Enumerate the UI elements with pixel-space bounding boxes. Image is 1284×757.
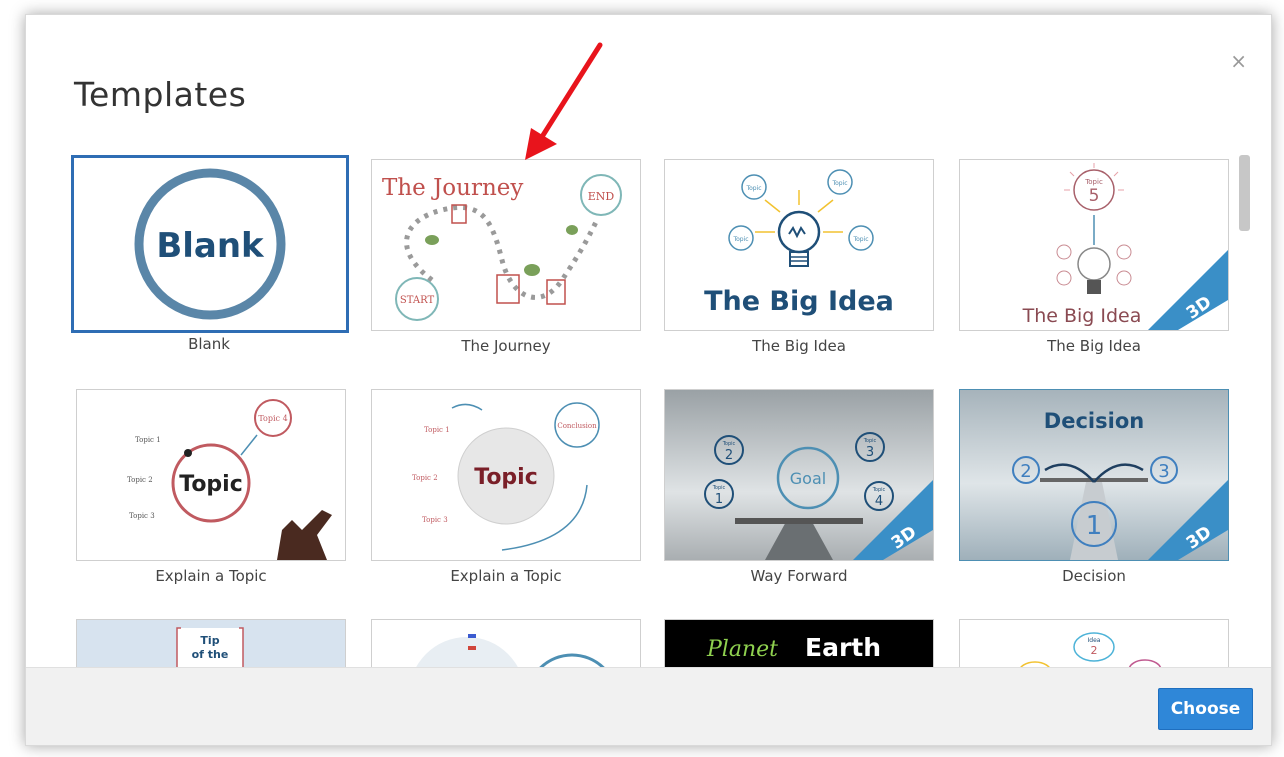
blank-thumbnail-art: Blank [134, 168, 286, 320]
planet-word: Planet [706, 637, 778, 662]
template-thumbnail: Topic Topic 4 Topic 1 Topic 2 Topic 3 [76, 389, 346, 561]
topic-label: Topic [863, 438, 877, 444]
scrollbar[interactable] [1239, 155, 1251, 667]
thumb-title: The Big Idea [704, 286, 894, 317]
goal-label: Goal [790, 469, 826, 488]
template-thumbnail: Goal Topic 2 Topic 3 Topic 1 Topic 4 3D [664, 389, 934, 561]
topic-2-label: Topic 2 [127, 476, 153, 484]
lightbulb-icon [777, 210, 821, 267]
template-thumbnail: The Journey END START [371, 159, 641, 331]
topic-label: Topic [852, 236, 868, 243]
center-topic-label: Topic [179, 472, 243, 497]
topic-label: Topic [745, 185, 761, 192]
earth-word: Earth [805, 633, 881, 662]
topic-3-label: Topic 3 [422, 516, 448, 524]
topic-1-label: Topic 1 [424, 426, 450, 434]
ideas-thumbnail-art: Idea 2 [1020, 632, 1162, 667]
template-thumbnail: Topic Topic Topic Topic The Big Idea [664, 159, 934, 331]
tip-thumbnail-art: Tip of the [176, 627, 244, 667]
explain-topic-2-thumbnail-art: Topic Conclusion Topic 1 Topic 2 Topic 3 [412, 402, 600, 551]
template-thumbnail: Planet Earth [664, 619, 934, 667]
conclusion-label: Conclusion [557, 422, 597, 430]
thumb-label: Blank [156, 226, 265, 266]
template-grid: Blank Blank The Journey END START The Jo… [26, 155, 1271, 667]
template-caption: Blank [188, 335, 230, 353]
template-thumbnail: Tip of the [76, 619, 346, 667]
topic-label: Topic [722, 441, 736, 447]
idea-label: Idea [1088, 637, 1101, 644]
start-label: START [400, 295, 435, 306]
decision-thumbnail-art: Decision 2 3 1 3D [960, 390, 1228, 560]
end-label: END [588, 190, 615, 203]
template-caption: The Big Idea [1047, 337, 1141, 355]
row3-2-thumbnail-art [416, 634, 605, 667]
tip-line-2: of the [192, 648, 229, 661]
template-thumbnail: Blank [71, 155, 349, 333]
template-caption: Decision [1062, 567, 1126, 585]
template-caption: The Big Idea [752, 337, 846, 355]
topic-number: 2 [725, 448, 733, 463]
dialog-footer: Choose [26, 667, 1271, 745]
topic-label: Topic [831, 180, 847, 187]
topic-label: Topic [1084, 178, 1103, 186]
dialog-title: Templates [74, 75, 247, 114]
journey-thumbnail-art: The Journey END START [382, 174, 622, 321]
template-caption: The Journey [461, 337, 551, 355]
topic-4-label: Topic 4 [258, 414, 287, 423]
big-idea-thumbnail-art: Topic Topic Topic Topic The Big Idea [704, 169, 894, 317]
choose-button[interactable]: Choose [1158, 688, 1253, 730]
tip-line-1: Tip [200, 634, 219, 647]
template-thumbnail [371, 619, 641, 667]
topic-number: 4 [875, 494, 883, 509]
templates-dialog: Templates × Blank Blank The Journey END … [25, 14, 1272, 746]
close-icon[interactable]: × [1230, 49, 1247, 73]
topic-number: 5 [1089, 186, 1100, 206]
template-thumbnail: Decision 2 3 1 3D [959, 389, 1229, 561]
thumb-title: The Journey [382, 175, 523, 201]
option-number: 1 [1086, 511, 1103, 541]
template-thumbnail: Idea 2 [959, 619, 1229, 667]
center-topic-label: Topic [474, 465, 538, 490]
template-caption: Way Forward [750, 567, 848, 585]
topic-label: Topic [872, 487, 886, 493]
template-caption: Explain a Topic [155, 567, 267, 585]
topic-3-label: Topic 3 [129, 512, 155, 520]
option-number: 2 [1020, 461, 1031, 482]
thumb-title: Decision [1044, 409, 1144, 433]
topic-number: 1 [715, 492, 723, 507]
template-thumbnail: Topic 5 The Big Idea 3D [959, 159, 1229, 331]
way-forward-thumbnail-art: Goal Topic 2 Topic 3 Topic 1 Topic 4 3D [665, 390, 933, 560]
template-caption: Explain a Topic [450, 567, 562, 585]
planet-earth-thumbnail-art: Planet Earth [665, 620, 933, 667]
topic-label: Topic [712, 485, 726, 491]
option-number: 3 [1158, 461, 1169, 482]
idea-number: 2 [1091, 644, 1098, 657]
big-idea-3d-thumbnail-art: Topic 5 The Big Idea 3D [1022, 163, 1228, 330]
thumb-title: The Big Idea [1022, 305, 1142, 327]
topic-1-label: Topic 1 [135, 436, 161, 444]
explain-topic-thumbnail-art: Topic Topic 4 Topic 1 Topic 2 Topic 3 [127, 399, 332, 560]
topic-number: 3 [866, 445, 874, 460]
template-thumbnail: Topic Conclusion Topic 1 Topic 2 Topic 3 [371, 389, 641, 561]
scroll-thumb[interactable] [1239, 155, 1250, 231]
topic-2-label: Topic 2 [412, 474, 438, 482]
topic-label: Topic [732, 236, 748, 243]
